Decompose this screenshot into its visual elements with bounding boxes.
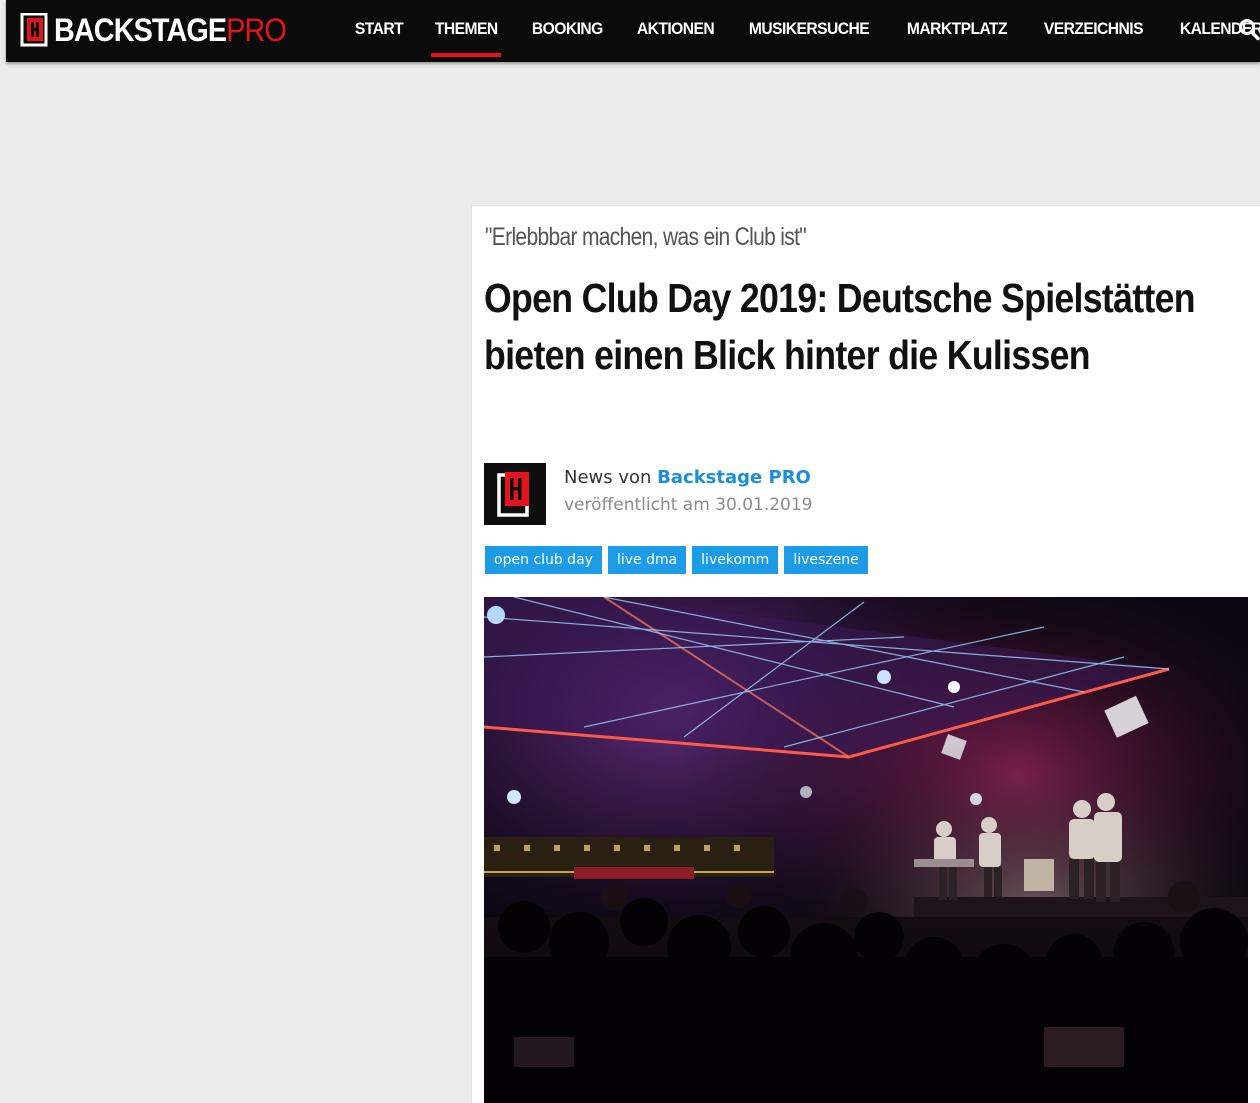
main-nav: START THEMEN BOOKING AKTIONEN MUSIKERSUC… [342, 0, 1260, 62]
page: BACKSTAGEPRO START THEMEN BOOKING AKTION… [0, 0, 1260, 1103]
tag-live-dma[interactable]: live dma [607, 546, 687, 574]
author-line: News von Backstage PRO [564, 465, 813, 491]
search-icon[interactable] [1238, 17, 1260, 41]
nav-item-musikersuche[interactable]: MUSIKERSUCHE [736, 0, 882, 62]
nav-item-themen[interactable]: THEMEN [422, 0, 510, 62]
tag-open-club-day[interactable]: open club day [485, 546, 602, 574]
author-link[interactable]: Backstage PRO [657, 467, 811, 488]
nav-item-start[interactable]: START [342, 0, 416, 62]
article-title: Open Club Day 2019: Deutsche Spielstätte… [484, 275, 1196, 378]
author-avatar[interactable] [484, 463, 546, 525]
tag-liveszene[interactable]: liveszene [784, 546, 868, 574]
nav-item-marktplatz[interactable]: MARKTPLATZ [894, 0, 1020, 62]
publish-date: veröffentlicht am 30.01.2019 [564, 495, 813, 515]
article-kicker: "Erlebbbar machen, was ein Club ist" [485, 223, 807, 251]
logo-suffix-text: PRO [226, 12, 287, 48]
author-info: News von Backstage PRO veröffentlicht am… [564, 463, 813, 525]
nav-item-aktionen[interactable]: AKTIONEN [624, 0, 727, 62]
nav-item-booking[interactable]: BOOKING [519, 0, 616, 62]
tag-livekomm[interactable]: livekomm [692, 546, 779, 574]
concert-photo[interactable] [484, 597, 1248, 1103]
backstage-pro-logo[interactable]: BACKSTAGEPRO [20, 11, 312, 49]
nav-item-verzeichnis[interactable]: VERZEICHNIS [1031, 0, 1156, 62]
logo-mark-icon [20, 12, 50, 47]
article-card: "Erlebbbar machen, was ein Club ist" Ope… [471, 205, 1260, 1103]
top-navigation-bar: BACKSTAGEPRO START THEMEN BOOKING AKTION… [6, 0, 1260, 62]
tag-list: open club day live dma livekomm liveszen… [485, 546, 868, 574]
author-prefix: News von [564, 467, 652, 488]
logo-wordmark: BACKSTAGEPRO [54, 11, 287, 49]
logo-brand-text: BACKSTAGE [54, 12, 227, 48]
author-box: News von Backstage PRO veröffentlicht am… [484, 463, 813, 525]
